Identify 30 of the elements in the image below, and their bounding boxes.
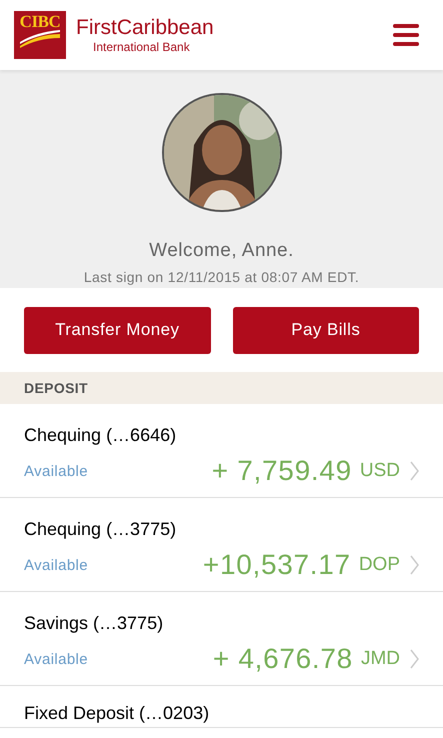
section-title: DEPOSIT bbox=[24, 378, 88, 398]
logo-mark: CIBC bbox=[14, 11, 66, 59]
brand-name: FirstCaribbean bbox=[76, 16, 214, 40]
chevron-icon bbox=[410, 649, 419, 669]
action-button[interactable]: Transfer Money bbox=[24, 306, 210, 354]
account-row[interactable]: Savings (…3775) Available + 4,676.78 JMD bbox=[0, 592, 443, 686]
currency: USD bbox=[360, 458, 400, 482]
account-row[interactable]: Chequing (…6646) Available + 7,759.49 USD bbox=[0, 404, 443, 498]
available-label: Available bbox=[24, 650, 88, 670]
available-label: Available bbox=[24, 462, 88, 482]
account-name: Savings (…3775) bbox=[24, 613, 164, 633]
action-button[interactable]: Pay Bills bbox=[232, 306, 419, 354]
last-sign-text: Last sign on 12/11/2015 at 08:07 AM EDT. bbox=[84, 268, 360, 287]
amount: + 7,759.49 bbox=[212, 455, 352, 487]
account-name: Chequing (…3775) bbox=[24, 519, 176, 539]
account-name: Chequing (…6646) bbox=[24, 425, 176, 445]
menu-icon[interactable] bbox=[393, 24, 419, 46]
currency: DOP bbox=[358, 552, 400, 576]
account-row[interactable]: Chequing (…3775) Available +10,537.17 DOP bbox=[0, 498, 443, 592]
available-label: Available bbox=[24, 556, 88, 576]
welcome-text: Welcome, Anne. bbox=[149, 238, 294, 262]
chevron-icon bbox=[410, 461, 419, 481]
swoosh-icon bbox=[18, 30, 62, 48]
chevron-icon bbox=[410, 555, 419, 575]
account-name: Fixed Deposit (…0203) bbox=[24, 703, 210, 723]
brand-subtitle: International Bank bbox=[92, 40, 191, 54]
amount: + 4,676.78 bbox=[212, 643, 353, 675]
amount: +10,537.17 bbox=[202, 549, 351, 581]
account-row[interactable]: Fixed Deposit (…0203) bbox=[0, 686, 443, 728]
currency: JMD bbox=[360, 646, 400, 670]
